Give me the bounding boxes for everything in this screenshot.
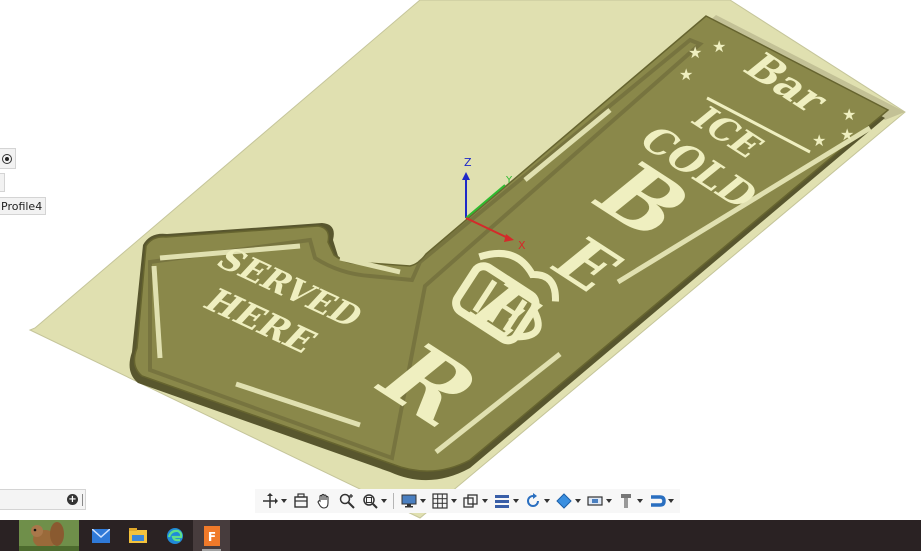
rotate-view[interactable]	[522, 490, 552, 512]
star-icon: ★	[688, 43, 702, 62]
star-icon: ★	[712, 37, 726, 56]
star-icon: ★	[679, 65, 693, 84]
squirrel-icon	[19, 520, 79, 551]
torch-icon	[621, 494, 631, 508]
orbit-tool[interactable]	[259, 490, 289, 512]
hand-icon	[317, 493, 329, 509]
grid-settings[interactable]	[429, 490, 459, 512]
folder-icon	[128, 528, 147, 543]
radio-icon	[2, 153, 12, 164]
fit-tool[interactable]	[359, 490, 389, 512]
magnet-icon	[651, 495, 666, 507]
model-canvas[interactable]: ★ ★ ★ ★ ★ ★ Bar ICE COLD B E E R SERVED …	[0, 0, 921, 520]
effects[interactable]	[491, 490, 521, 512]
grid-icon	[432, 493, 448, 509]
viewports[interactable]	[460, 490, 490, 512]
look-at-tool[interactable]	[290, 490, 312, 512]
plus-circle-icon[interactable]: +	[67, 494, 78, 505]
navigation-toolbar	[255, 489, 680, 513]
fusion-icon: F	[203, 525, 220, 546]
svg-text:F: F	[207, 530, 215, 544]
star-icon: ★	[840, 125, 854, 144]
taskbar-file-explorer[interactable]	[119, 520, 156, 551]
zoom-tool[interactable]	[336, 490, 358, 512]
timeline-separator	[82, 494, 83, 506]
profile-label: Profile4	[1, 200, 43, 213]
browser-item-profile[interactable]: Profile4	[0, 197, 46, 215]
rotate-icon	[527, 493, 539, 507]
diamond-icon	[556, 493, 572, 509]
pan-tool[interactable]	[313, 490, 335, 512]
taskbar-edge[interactable]	[156, 520, 193, 551]
viewport-cube-icon	[463, 494, 478, 508]
edge-icon	[166, 527, 183, 544]
taskbar: F	[0, 520, 921, 551]
monitor-icon	[401, 494, 417, 508]
timeline-bar[interactable]: +	[0, 489, 86, 510]
measure[interactable]	[615, 490, 645, 512]
section-analysis[interactable]	[584, 490, 614, 512]
orbit-icon	[263, 493, 278, 508]
star-icon: ★	[812, 131, 826, 150]
3d-viewport[interactable]: ★ ★ ★ ★ ★ ★ Bar ICE COLD B E E R SERVED …	[0, 0, 921, 520]
mail-icon	[91, 528, 110, 543]
browser-node[interactable]	[0, 173, 5, 192]
taskbar-wallpaper[interactable]	[18, 520, 80, 551]
axis-label-z: Z	[464, 156, 472, 169]
taskbar-fusion-360[interactable]: F	[193, 520, 230, 551]
section-icon	[587, 496, 603, 506]
visibility-radio[interactable]	[0, 148, 16, 169]
axis-label-y: Y	[505, 175, 513, 186]
zoom-icon	[339, 493, 355, 509]
joint[interactable]	[646, 490, 676, 512]
axis-label-x: X	[518, 239, 526, 252]
display-settings[interactable]	[398, 490, 428, 512]
star-icon: ★	[842, 105, 856, 124]
layers-icon	[495, 495, 509, 508]
zoom-window-icon	[363, 494, 378, 509]
taskbar-mail[interactable]	[82, 520, 119, 551]
appearance[interactable]	[553, 490, 583, 512]
look-at-icon	[294, 493, 308, 508]
